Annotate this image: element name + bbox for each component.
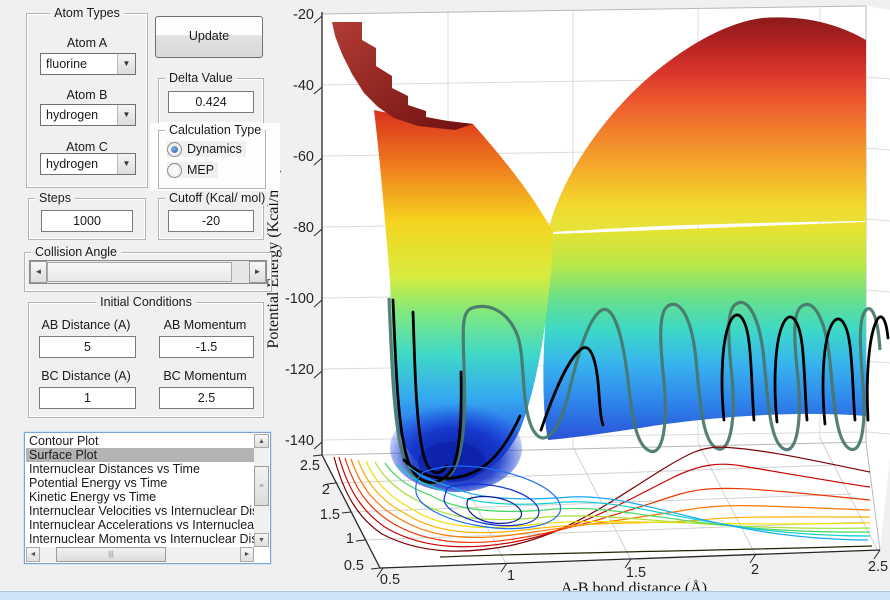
- svg-text:0.5: 0.5: [380, 572, 400, 588]
- radio-dynamics-label: Dynamics: [187, 142, 242, 156]
- svg-text:2: 2: [751, 562, 759, 578]
- svg-text:-60: -60: [293, 149, 314, 165]
- list-item[interactable]: Contour Plot: [26, 434, 254, 448]
- svg-text:-80: -80: [293, 220, 314, 236]
- svg-text:-120: -120: [285, 362, 314, 378]
- ab-distance-field[interactable]: 5: [39, 336, 136, 358]
- scroll-right-icon[interactable]: ►: [240, 547, 254, 562]
- svg-text:1: 1: [507, 568, 515, 584]
- svg-text:2: 2: [322, 482, 330, 498]
- chevron-down-icon[interactable]: ▼: [117, 105, 135, 125]
- plot-type-listbox[interactable]: Contour Plot Surface Plot Internuclear D…: [24, 432, 271, 564]
- svg-text:-20: -20: [293, 7, 314, 23]
- plot-type-items: Contour Plot Surface Plot Internuclear D…: [26, 434, 254, 547]
- collision-angle-group: Collision Angle ◄ ►: [24, 245, 272, 292]
- cutoff-field[interactable]: -20: [168, 210, 254, 232]
- list-item[interactable]: Internuclear Distances vs Time: [26, 462, 254, 476]
- ab-momentum-field[interactable]: -1.5: [159, 336, 254, 358]
- vscroll-thumb[interactable]: ≡: [254, 466, 269, 506]
- collision-angle-title: Collision Angle: [31, 245, 121, 259]
- atom-a-dropdown[interactable]: fluorine ▼: [40, 53, 136, 75]
- bc-momentum-field[interactable]: 2.5: [159, 387, 254, 409]
- svg-text:1: 1: [346, 531, 354, 547]
- atom-types-group: Atom Types Atom A fluorine ▼ Atom B hydr…: [26, 6, 148, 188]
- list-item[interactable]: Kinetic Energy vs Time: [26, 490, 254, 504]
- svg-text:-100: -100: [285, 291, 314, 307]
- window-bottom-strip: [0, 591, 890, 600]
- delta-value-group: Delta Value 0.424: [158, 71, 264, 124]
- list-item-selected[interactable]: Surface Plot: [26, 448, 254, 462]
- initial-conditions-group: Initial Conditions AB Distance (A) AB Mo…: [28, 295, 264, 418]
- svg-text:1.5: 1.5: [320, 507, 340, 523]
- update-button[interactable]: Update: [155, 16, 263, 58]
- list-item[interactable]: Internuclear Accelerations vs Internucle…: [26, 518, 254, 532]
- list-item[interactable]: Internuclear Velocities vs Internuclear …: [26, 504, 254, 518]
- bc-distance-field[interactable]: 1: [39, 387, 136, 409]
- list-item[interactable]: Potential Energy vs Time: [26, 476, 254, 490]
- cutoff-group: Cutoff (Kcal/ mol) -20: [158, 191, 270, 240]
- atom-b-dropdown[interactable]: hydrogen ▼: [40, 104, 136, 126]
- ab-distance-label: AB Distance (A): [41, 318, 131, 332]
- svg-text:1.5: 1.5: [626, 565, 646, 581]
- steps-group: Steps 1000: [28, 191, 146, 240]
- atom-c-value: hydrogen: [46, 157, 99, 171]
- atom-types-title: Atom Types: [50, 6, 124, 20]
- scroll-left-icon[interactable]: ◄: [26, 547, 40, 562]
- slider-left-arrow-icon[interactable]: ◄: [30, 261, 47, 283]
- scroll-down-icon[interactable]: ▼: [254, 533, 269, 547]
- svg-text:2.5: 2.5: [300, 458, 320, 474]
- bc-momentum-label: BC Momentum: [163, 369, 247, 383]
- update-button-label: Update: [188, 29, 230, 43]
- horizontal-scrollbar[interactable]: ◄ ||| ►: [26, 547, 254, 562]
- chevron-down-icon[interactable]: ▼: [117, 154, 135, 174]
- ab-momentum-label: AB Momentum: [163, 318, 247, 332]
- z-tick-labels: -20 -40 -60 -80 -100 -120 -140: [285, 7, 314, 449]
- svg-text:-140: -140: [285, 433, 314, 449]
- svg-text:2.5: 2.5: [868, 559, 888, 575]
- atom-c-dropdown[interactable]: hydrogen ▼: [40, 153, 136, 175]
- svg-text:-40: -40: [293, 78, 314, 94]
- surface-exit-channel: [543, 222, 866, 440]
- slider-thumb[interactable]: [47, 262, 232, 282]
- cutoff-title: Cutoff (Kcal/ mol): [165, 191, 270, 205]
- steps-title: Steps: [35, 191, 75, 205]
- delta-value-field[interactable]: 0.424: [168, 91, 254, 113]
- application-window: -20 -40 -60 -80 -100 -120 -140 2.5 2 1.5…: [0, 0, 890, 600]
- hscroll-thumb[interactable]: |||: [56, 547, 166, 562]
- chevron-down-icon[interactable]: ▼: [117, 54, 135, 74]
- calc-type-group: Calculation Type Dynamics MEP: [158, 123, 266, 189]
- calc-type-title: Calculation Type: [165, 123, 266, 137]
- bc-distance-label: BC Distance (A): [41, 369, 131, 383]
- slider-right-arrow-icon[interactable]: ►: [249, 261, 266, 283]
- radio-selected-icon: [167, 141, 182, 157]
- radio-dynamics[interactable]: Dynamics: [167, 141, 246, 157]
- atom-a-value: fluorine: [46, 57, 87, 71]
- delta-value-title: Delta Value: [165, 71, 237, 85]
- svg-text:0.5: 0.5: [344, 558, 364, 574]
- initial-conditions-title: Initial Conditions: [96, 295, 196, 309]
- list-item[interactable]: Internuclear Momenta vs Internuclear Dis…: [26, 532, 254, 546]
- atom-b-label: Atom B: [66, 88, 108, 102]
- radio-mep[interactable]: MEP: [167, 162, 219, 178]
- scroll-up-icon[interactable]: ▲: [254, 434, 269, 448]
- atom-b-value: hydrogen: [46, 108, 99, 122]
- atom-c-label: Atom C: [66, 140, 108, 154]
- radio-mep-label: MEP: [187, 163, 215, 177]
- steps-field[interactable]: 1000: [41, 210, 133, 232]
- vertical-scrollbar[interactable]: ▲ ≡ ▼: [254, 434, 269, 547]
- radio-unselected-icon: [167, 162, 182, 178]
- atom-a-label: Atom A: [66, 36, 108, 50]
- collision-angle-slider[interactable]: ◄ ►: [29, 260, 267, 284]
